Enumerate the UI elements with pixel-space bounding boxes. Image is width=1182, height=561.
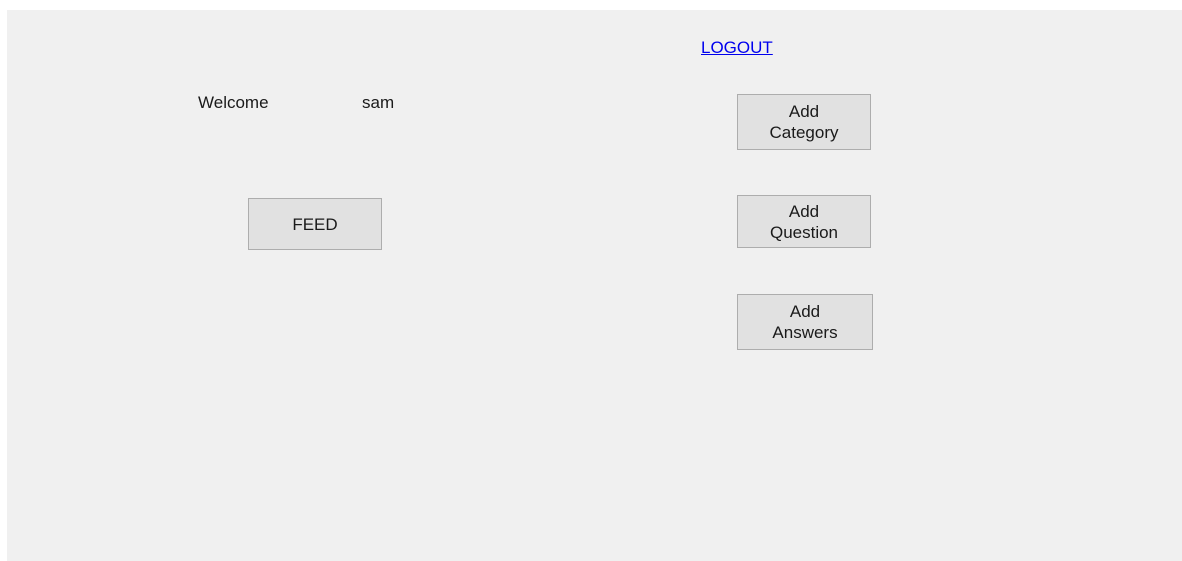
username-label: sam: [362, 93, 395, 112]
main-form: [7, 10, 1182, 561]
logout-link[interactable]: LOGOUT: [701, 38, 773, 58]
add-question-button[interactable]: Add Question: [737, 195, 871, 248]
welcome-label: Welcome: [198, 93, 269, 112]
feed-button-label: FEED: [292, 214, 338, 234]
add-answers-button-label: Add Answers: [772, 302, 838, 342]
add-answers-button[interactable]: Add Answers: [737, 294, 873, 350]
add-question-button-label: Add Question: [769, 201, 839, 242]
add-category-button[interactable]: Add Category: [737, 94, 871, 150]
add-category-button-label: Add Category: [769, 102, 839, 142]
feed-button[interactable]: FEED: [248, 198, 382, 250]
